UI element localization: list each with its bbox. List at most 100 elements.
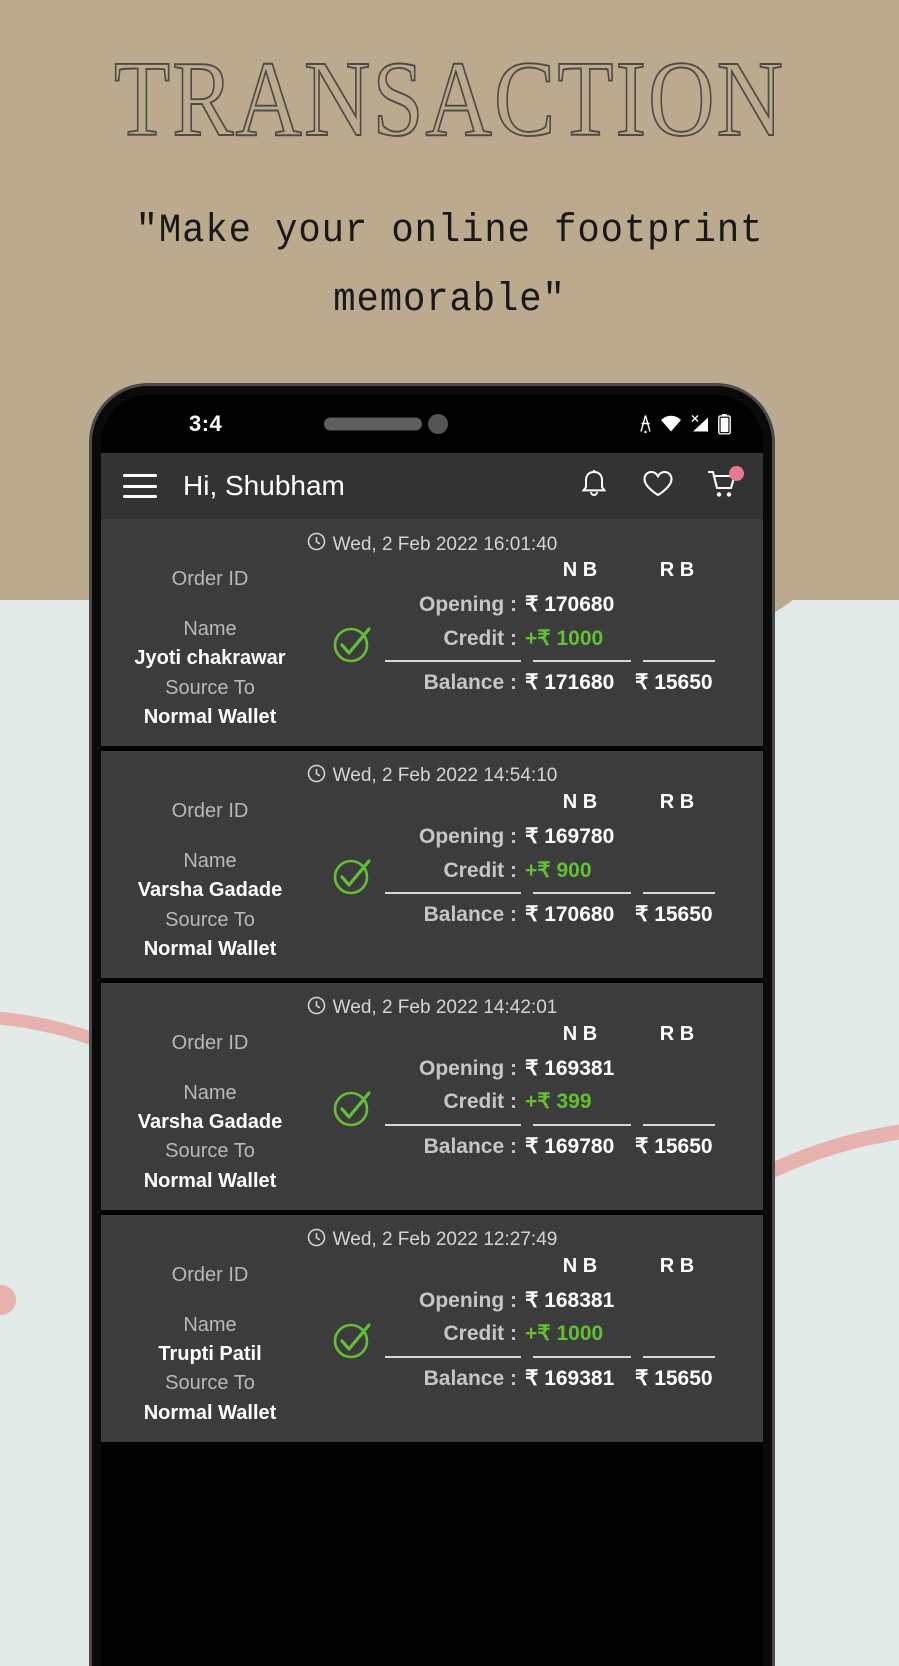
source-to-label: Source To	[165, 1140, 255, 1163]
divider-line	[643, 660, 715, 663]
transaction-meta: Order ID Name Jyoti chakrawar Source To …	[101, 559, 319, 732]
credit-label: Credit :	[443, 858, 518, 882]
transaction-meta: Order ID Name Varsha Gadade Source To No…	[101, 791, 319, 964]
name-value: Varsha Gadade	[137, 879, 283, 902]
name-label: Name	[183, 1314, 237, 1336]
column-header-nb: N B	[562, 559, 598, 581]
opening-nb-value: ₹ 170680	[525, 593, 615, 616]
transaction-datetime: Wed, 2 Feb 2022 14:42:01	[332, 997, 558, 1019]
transaction-card[interactable]: Wed, 2 Feb 2022 14:54:10 Order ID Name V…	[101, 750, 763, 978]
order-id-label: Order ID	[171, 1031, 249, 1054]
app-bar: Hi, Shubham	[101, 453, 763, 519]
name-value: Jyoti chakrawar	[134, 647, 286, 670]
alarm-icon	[638, 415, 653, 434]
column-header-rb: R B	[659, 559, 695, 581]
transaction-card[interactable]: Wed, 2 Feb 2022 14:42:01 Order ID Name V…	[101, 982, 763, 1210]
column-header-rb: R B	[659, 790, 695, 813]
name-label: Name	[183, 1082, 237, 1105]
name-label: Name	[183, 618, 237, 641]
cart-button[interactable]	[703, 466, 744, 505]
divider-line	[533, 1356, 631, 1358]
notifications-button[interactable]	[575, 467, 613, 505]
balance-label: Balance :	[423, 671, 517, 695]
opening-label: Opening :	[419, 593, 517, 616]
opening-label: Opening :	[419, 1056, 517, 1080]
order-id-label: Order ID	[171, 1263, 249, 1286]
source-to-value: Normal Wallet	[143, 937, 277, 960]
hamburger-menu-icon[interactable]	[123, 474, 157, 498]
transaction-card[interactable]: Wed, 2 Feb 2022 16:01:40 Order ID Name J…	[101, 519, 763, 746]
source-to-value: Normal Wallet	[143, 705, 277, 728]
clock-icon	[307, 996, 326, 1021]
wifi-icon	[660, 415, 682, 434]
poster-headline: TRANSACTION	[113, 38, 786, 159]
check-circle-icon	[329, 1317, 375, 1368]
transaction-status	[319, 1255, 385, 1368]
signal-x-icon	[689, 415, 711, 434]
divider-line	[385, 1124, 521, 1127]
balance-label: Balance :	[423, 903, 517, 927]
transaction-amounts: N B R B Opening : ₹ 168381 Credit : +₹ 1…	[385, 1255, 763, 1396]
balance-nb-value: ₹ 171680	[525, 671, 615, 695]
transaction-datetime-row: Wed, 2 Feb 2022 16:01:40	[101, 529, 763, 559]
credit-nb-value: +₹ 1000	[525, 1322, 604, 1346]
clock-icon	[307, 1228, 326, 1253]
phone-screen: 3:4 Hi, Shubham Wed, 2 Feb 2022 16:01:40…	[101, 395, 763, 1666]
credit-label: Credit :	[443, 626, 518, 650]
poster-tagline: "Make your online footprint memorable"	[31, 198, 867, 336]
transaction-amounts: N B R B Opening : ₹ 169780 Credit : +₹ 9…	[385, 791, 763, 932]
column-header-nb: N B	[562, 790, 598, 813]
source-to-label: Source To	[165, 908, 255, 931]
credit-label: Credit :	[443, 1322, 518, 1346]
transaction-status	[319, 791, 385, 904]
credit-nb-value: +₹ 900	[525, 858, 592, 882]
order-id-label: Order ID	[171, 799, 249, 822]
greeting-text: Hi, Shubham	[183, 470, 345, 501]
name-value: Trupti Patil	[158, 1343, 262, 1366]
credit-nb-value: +₹ 1000	[525, 626, 604, 650]
transaction-status	[319, 559, 385, 672]
status-bar-time: 3:4	[189, 411, 223, 436]
transaction-datetime: Wed, 2 Feb 2022 16:01:40	[332, 533, 558, 555]
divider-line	[385, 1356, 521, 1358]
transaction-datetime-row: Wed, 2 Feb 2022 14:42:01	[101, 993, 763, 1023]
heart-icon	[642, 469, 674, 504]
clock-icon	[307, 764, 326, 789]
divider-line	[385, 660, 521, 663]
source-to-label: Source To	[165, 1372, 255, 1395]
wishlist-button[interactable]	[639, 467, 677, 505]
balance-rb-value: ₹ 15650	[635, 1367, 713, 1390]
balance-nb-value: ₹ 170680	[525, 903, 615, 927]
order-id-label: Order ID	[171, 568, 249, 590]
divider-line	[643, 1124, 715, 1127]
transaction-card[interactable]: Wed, 2 Feb 2022 12:27:49 Order ID Name T…	[101, 1214, 763, 1442]
bell-icon	[579, 468, 609, 505]
column-header-nb: N B	[562, 1022, 598, 1045]
check-circle-icon	[329, 621, 375, 672]
transaction-datetime-row: Wed, 2 Feb 2022 12:27:49	[101, 1225, 763, 1255]
balance-rb-value: ₹ 15650	[635, 671, 713, 695]
transaction-datetime: Wed, 2 Feb 2022 14:54:10	[332, 765, 558, 787]
phone-earpiece-speaker	[324, 417, 422, 431]
check-circle-icon	[329, 1085, 375, 1136]
balance-label: Balance :	[423, 1367, 517, 1390]
credit-label: Credit :	[443, 1090, 518, 1114]
transaction-datetime: Wed, 2 Feb 2022 12:27:49	[332, 1229, 558, 1251]
balance-rb-value: ₹ 15650	[635, 903, 713, 927]
phone-front-camera	[428, 414, 448, 434]
divider-line	[533, 892, 631, 895]
balance-rb-value: ₹ 15650	[635, 1135, 713, 1159]
app-bar-actions	[575, 466, 744, 505]
name-value: Varsha Gadade	[137, 1111, 283, 1134]
divider-line	[533, 1124, 631, 1127]
opening-label: Opening :	[419, 824, 517, 848]
transaction-list[interactable]: Wed, 2 Feb 2022 16:01:40 Order ID Name J…	[101, 519, 763, 1442]
source-to-label: Source To	[165, 676, 255, 699]
opening-nb-value: ₹ 169381	[525, 1056, 615, 1080]
phone-mockup: 3:4 Hi, Shubham Wed, 2 Feb 2022 16:01:40…	[92, 386, 772, 1666]
credit-nb-value: +₹ 399	[525, 1090, 592, 1114]
check-circle-icon	[329, 853, 375, 904]
divider-line	[643, 1356, 715, 1358]
transaction-datetime-row: Wed, 2 Feb 2022 14:54:10	[101, 761, 763, 791]
transaction-meta: Order ID Name Varsha Gadade Source To No…	[101, 1023, 319, 1196]
